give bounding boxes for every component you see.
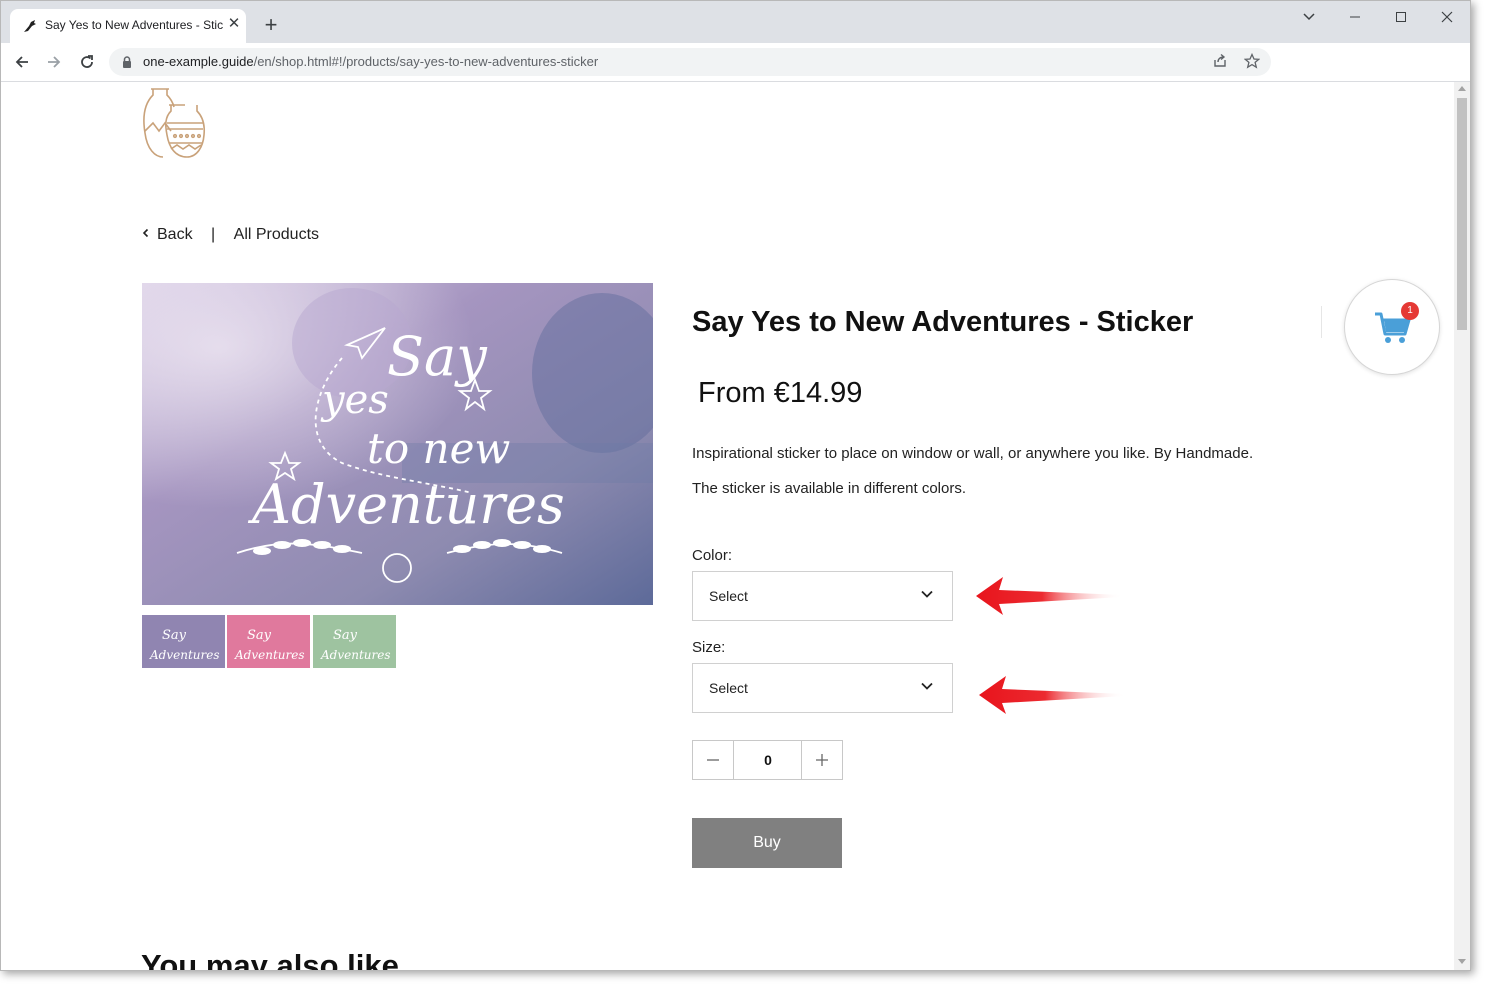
close-tab-icon[interactable]: ✕	[225, 15, 243, 33]
image-text-say: Say	[387, 325, 488, 388]
divider	[1321, 306, 1322, 338]
product-price: From €14.99	[698, 377, 863, 409]
svg-text:Adventures: Adventures	[149, 648, 220, 662]
annotation-arrow-size	[979, 676, 1126, 714]
minimize-icon[interactable]	[1332, 5, 1378, 29]
url-text: one-example.guide/en/shop.html#!/product…	[143, 54, 599, 69]
buy-button[interactable]: Buy	[692, 818, 842, 868]
chevron-left-icon	[142, 228, 149, 238]
browser-window: Say Yes to New Adventures - Stic ✕ + one…	[0, 0, 1471, 971]
image-text-to-new: to new	[367, 424, 510, 473]
chevron-down-icon	[921, 682, 933, 690]
page-viewport: Back | All Products Say yes to new Adven…	[1, 82, 1454, 970]
forward-arrow-icon[interactable]	[43, 51, 65, 73]
breadcrumb: Back | All Products	[141, 226, 319, 244]
quantity-stepper: 0	[692, 740, 843, 780]
size-select-value: Select	[709, 680, 748, 696]
reload-icon[interactable]	[76, 51, 98, 73]
minus-icon	[707, 759, 719, 761]
product-description-1: Inspirational sticker to place on window…	[692, 445, 1254, 462]
thumbnail-purple[interactable]: Say Adventures	[142, 615, 225, 668]
scroll-up-icon[interactable]	[1458, 86, 1466, 91]
maximize-icon[interactable]	[1378, 5, 1424, 29]
scrollbar[interactable]	[1454, 82, 1470, 970]
title-bar: Say Yes to New Adventures - Stic ✕ +	[1, 1, 1470, 43]
thumbnail-pink[interactable]: Say Adventures	[227, 615, 310, 668]
bookmark-star-icon[interactable]	[1243, 52, 1261, 71]
close-window-icon[interactable]	[1424, 5, 1470, 29]
back-arrow-icon[interactable]	[11, 51, 33, 73]
new-tab-icon[interactable]: +	[259, 14, 283, 38]
address-bar[interactable]: one-example.guide/en/shop.html#!/product…	[109, 48, 1271, 76]
vase-logo-icon[interactable]	[141, 85, 209, 163]
plus-icon	[816, 754, 828, 766]
color-select-value: Select	[709, 588, 748, 604]
share-icon[interactable]	[1211, 53, 1229, 71]
color-select[interactable]: Select	[692, 571, 953, 621]
scroll-down-icon[interactable]	[1458, 959, 1466, 964]
cart-button[interactable]: 1	[1344, 279, 1440, 375]
tab-search-icon[interactable]	[1286, 5, 1332, 29]
decrement-button[interactable]	[693, 741, 734, 779]
svg-text:Adventures: Adventures	[320, 648, 391, 662]
browser-tab[interactable]: Say Yes to New Adventures - Stic ✕	[10, 9, 246, 43]
svg-text:Say: Say	[247, 628, 272, 643]
product-description-2: The sticker is available in different co…	[692, 480, 967, 497]
svg-text:Adventures: Adventures	[234, 648, 305, 662]
all-products-link[interactable]: All Products	[234, 226, 319, 244]
breadcrumb-separator: |	[211, 226, 216, 243]
cart-count-badge: 1	[1401, 302, 1419, 320]
image-text-yes: yes	[320, 377, 389, 423]
quantity-input[interactable]: 0	[734, 741, 802, 779]
size-select[interactable]: Select	[692, 663, 953, 713]
color-label: Color:	[692, 547, 733, 564]
chevron-down-icon	[921, 590, 933, 598]
browser-toolbar: one-example.guide/en/shop.html#!/product…	[1, 43, 1470, 82]
product-title: Say Yes to New Adventures - Sticker	[692, 306, 1194, 338]
product-main-image[interactable]: Say yes to new Adventures	[142, 283, 653, 605]
annotation-arrow-color	[976, 577, 1123, 615]
also-like-heading: You may also like	[141, 948, 399, 970]
bird-favicon-icon	[24, 20, 36, 32]
back-link[interactable]: Back	[141, 226, 193, 244]
increment-button[interactable]	[801, 741, 842, 779]
thumbnail-green[interactable]: Say Adventures	[313, 615, 396, 668]
svg-text:Say: Say	[162, 628, 187, 643]
tab-title: Say Yes to New Adventures - Stic	[45, 18, 223, 32]
size-label: Size:	[692, 639, 726, 656]
svg-text:Say: Say	[333, 628, 358, 643]
image-text-adventures: Adventures	[247, 473, 565, 536]
lock-icon	[123, 56, 131, 68]
scroll-thumb[interactable]	[1457, 98, 1467, 330]
